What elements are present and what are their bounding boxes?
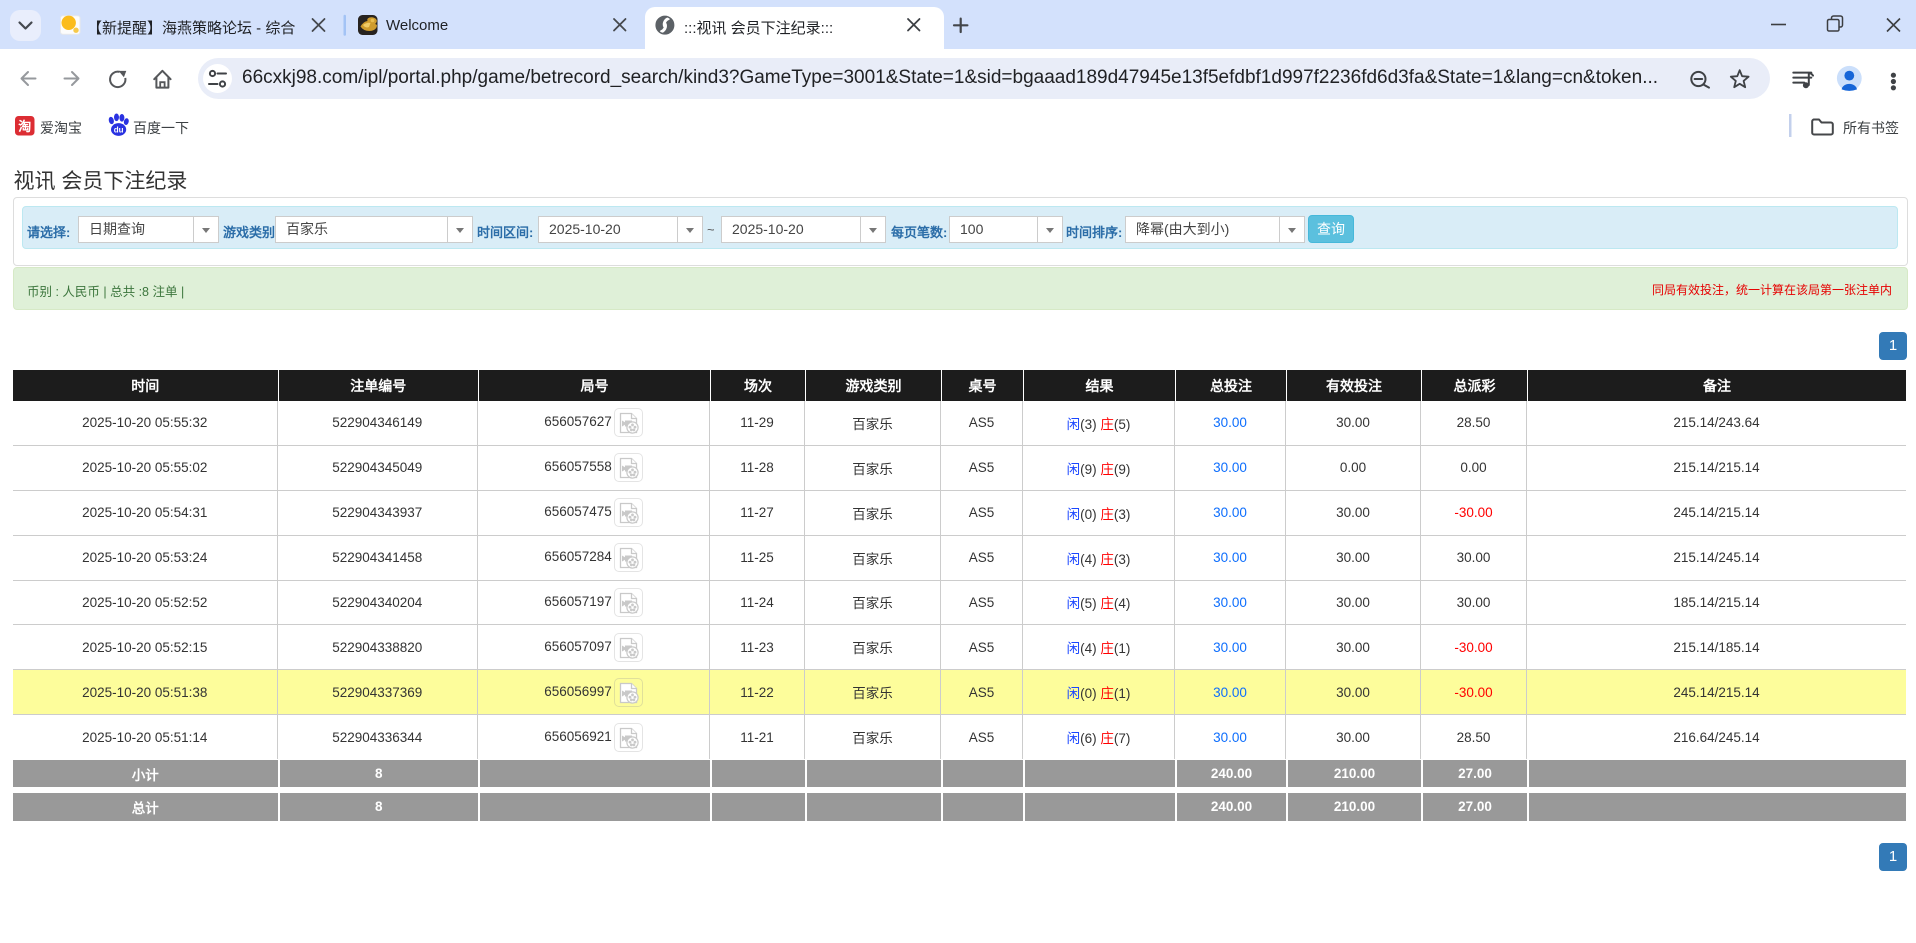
svg-text:du: du: [114, 126, 124, 135]
svg-text:淘: 淘: [18, 119, 31, 134]
